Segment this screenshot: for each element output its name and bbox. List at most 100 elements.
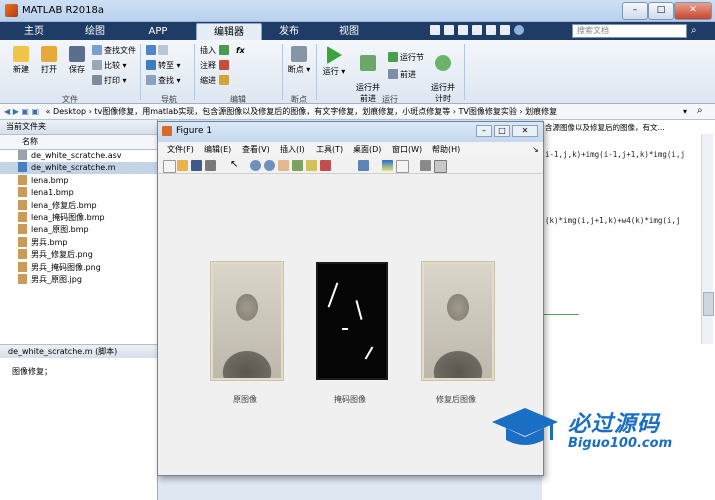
open-file-icon[interactable] [177, 160, 188, 171]
image-file-icon [18, 261, 27, 272]
mask-scratch [327, 282, 339, 308]
print-button[interactable]: 打印 ▾ [92, 75, 127, 87]
indent-button[interactable]: 缩进 [200, 75, 231, 87]
window-title: MATLAB R2018a [22, 5, 105, 16]
file-list-item[interactable]: lena.bmp [0, 174, 174, 187]
path-dropdown-icon[interactable]: ▾ [683, 107, 687, 116]
comment-button[interactable]: 注释 [200, 60, 231, 72]
column-header-name[interactable]: 名称 [0, 135, 157, 150]
file-name: lena.bmp [31, 175, 69, 185]
close-button[interactable]: ✕ [674, 2, 712, 20]
show-plot-tools-icon[interactable] [434, 160, 447, 173]
search-icon[interactable]: ⌕ [691, 25, 703, 37]
nav-arrow-icons[interactable]: ◀ ▶ ▣ ▣ [4, 107, 39, 116]
file-list-item[interactable]: 男兵_掩码图像.png [0, 261, 174, 274]
tab-view[interactable]: 视图 [322, 23, 376, 40]
new-figure-icon[interactable] [163, 160, 176, 173]
find-button[interactable]: 查找 ▾ [146, 75, 181, 87]
compare-button[interactable]: 比较 ▾ [92, 60, 127, 72]
figure-maximize-button[interactable]: □ [494, 125, 510, 137]
breakpoints-button[interactable]: 断点 ▾ [286, 46, 312, 75]
find-files-button[interactable]: 查找文件 [92, 45, 136, 57]
maximize-button[interactable]: □ [648, 2, 674, 20]
file-list-item[interactable]: lena_原图.bmp [0, 224, 174, 236]
data-cursor-icon[interactable] [306, 160, 317, 171]
figure-minimize-button[interactable]: – [476, 125, 492, 137]
open-button[interactable]: 打开 [36, 46, 62, 75]
search-docs-input[interactable]: 搜索文档 [572, 24, 687, 38]
menu-view[interactable]: 查看(V) [242, 142, 270, 157]
file-name: lena_掩码图像.bmp [31, 213, 105, 222]
zoom-out-icon[interactable] [264, 160, 275, 171]
tab-editor[interactable]: 编辑器 [196, 23, 262, 41]
menu-file[interactable]: 文件(F) [167, 142, 194, 157]
save-button[interactable]: 保存 [64, 46, 90, 75]
colorbar-icon[interactable] [382, 160, 393, 171]
run-time-button[interactable]: 运行并 计时 [428, 46, 458, 104]
rotate-3d-icon[interactable] [292, 160, 303, 171]
file-list-item[interactable]: 男兵_原图.jpg [0, 274, 174, 286]
new-label: 新建 [13, 65, 29, 74]
new-file-icon [13, 46, 29, 62]
file-list-item[interactable]: 男兵.bmp [0, 236, 174, 249]
editor-pane[interactable]: 含源图像以及修复后的图像，有文... i-1,j,k)+img(i-1,j+1,… [542, 120, 715, 345]
separator [140, 44, 141, 100]
pan-icon[interactable] [278, 160, 289, 171]
zoom-in-icon[interactable] [250, 160, 261, 171]
menu-dock-icon[interactable]: ↘ [532, 142, 539, 157]
goto-button[interactable]: 转至 ▾ [146, 60, 181, 72]
run-button[interactable]: 运行 ▾ [322, 46, 346, 77]
file-list-item[interactable]: lena1.bmp [0, 187, 174, 199]
editor-scrollbar[interactable] [701, 134, 714, 344]
file-name: de_white_scratche.asv [31, 151, 122, 160]
new-button[interactable]: 新建 [8, 46, 34, 75]
figure-window[interactable]: Figure 1 – □ ✕ 文件(F) 编辑(E) 查看(V) 插入(I) 工… [157, 121, 544, 476]
editor-tab-title[interactable]: 含源图像以及修复后的图像，有文... [545, 122, 705, 134]
advance-button[interactable]: 前进 [388, 69, 416, 81]
insert-icon [218, 45, 229, 55]
file-list-item[interactable]: lena_修复后.bmp [0, 199, 174, 212]
run-advance-icon [360, 55, 376, 71]
menu-edit[interactable]: 编辑(E) [204, 142, 231, 157]
scrollbar-thumb[interactable] [703, 292, 714, 316]
save-figure-icon[interactable] [191, 160, 202, 171]
file-list-item[interactable]: de_white_scratche.asv [0, 150, 174, 162]
menu-tools[interactable]: 工具(T) [316, 142, 343, 157]
menu-desktop[interactable]: 桌面(D) [353, 142, 381, 157]
file-name: lena_修复后.bmp [31, 200, 97, 210]
print-figure-icon[interactable] [205, 160, 216, 171]
menu-window[interactable]: 窗口(W) [392, 142, 422, 157]
run-section-button[interactable]: 运行节 [388, 52, 424, 64]
address-bar[interactable]: ◀ ▶ ▣ ▣ « Desktop › tv图像修复，用matlab实现，包含源… [0, 104, 715, 120]
minimize-button[interactable]: – [622, 2, 648, 20]
find-icon [146, 75, 156, 85]
tab-plots[interactable]: 绘图 [68, 23, 122, 40]
tab-apps[interactable]: APP [130, 23, 186, 40]
legend-icon[interactable] [396, 160, 409, 173]
path-search-icon[interactable]: ⌕ [697, 105, 703, 116]
back-forward-buttons[interactable] [146, 45, 170, 57]
insert-button[interactable]: 插入 [200, 45, 231, 57]
brush-icon[interactable] [320, 160, 331, 171]
link-plot-icon[interactable] [358, 160, 369, 171]
tab-publish[interactable]: 发布 [262, 23, 316, 40]
file-list-item[interactable]: de_white_scratche.m [0, 162, 174, 175]
edit-plot-icon[interactable]: ↖ [230, 160, 241, 171]
current-path[interactable]: « Desktop › tv图像修复，用matlab实现，包含源图像以及修复后的… [46, 107, 558, 116]
hide-plot-tools-icon[interactable] [420, 160, 431, 171]
fx-button[interactable]: fx [236, 45, 245, 57]
current-folder-panel: 当前文件夹 名称 de_white_scratche.asv de_white_s… [0, 120, 174, 500]
image-file-icon [18, 174, 27, 185]
editor-ribbon: 新建 打开 保存 查找文件 比较 ▾ 打印 ▾ 文件 转至 ▾ 查找 ▾ 导航 … [0, 40, 715, 104]
file-name: 男兵_原图.jpg [31, 275, 82, 284]
mask-scratch [364, 346, 374, 360]
tab-home[interactable]: 主页 [8, 23, 60, 40]
quick-access-icons[interactable] [430, 25, 542, 37]
image-file-icon [18, 236, 27, 247]
menu-insert[interactable]: 插入(I) [280, 142, 305, 157]
file-list-item[interactable]: 男兵_修复后.png [0, 249, 174, 261]
figure-close-button[interactable]: ✕ [512, 125, 538, 137]
menu-help[interactable]: 帮助(H) [432, 142, 460, 157]
watermark-en: Biguo100.com [568, 436, 673, 451]
file-list-item[interactable]: lena_掩码图像.bmp [0, 212, 174, 224]
